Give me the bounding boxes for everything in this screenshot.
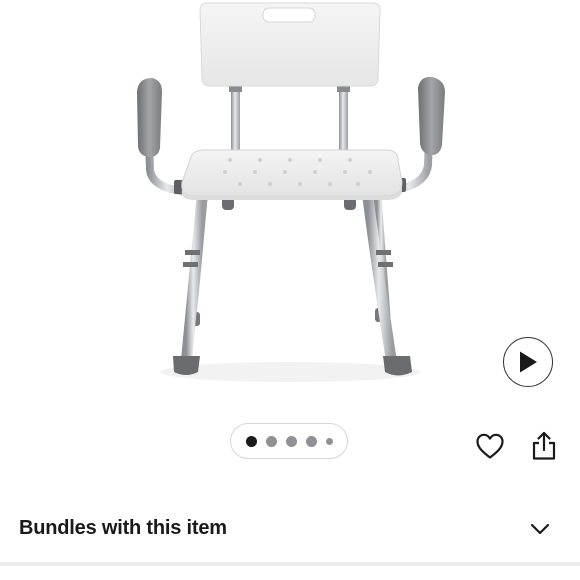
heart-icon [476,433,504,459]
image-carousel-pagination [230,423,348,459]
favorite-button[interactable] [473,429,507,463]
carousel-dot-2[interactable] [265,435,277,447]
carousel-dot-1[interactable] [245,435,257,447]
bundles-accordion[interactable]: Bundles with this item [0,505,580,553]
carousel-dot-3[interactable] [285,435,297,447]
share-icon [532,431,556,460]
share-button[interactable] [527,429,561,463]
carousel-dot-4[interactable] [305,435,317,447]
bundles-title: Bundles with this item [19,517,227,539]
product-page: Bundles with this item [0,0,580,580]
section-divider [0,562,580,566]
play-icon [520,351,537,373]
product-image[interactable] [130,0,450,390]
chevron-down-icon [530,523,550,535]
carousel-dot-5[interactable] [325,437,333,445]
play-video-button[interactable] [503,337,553,387]
